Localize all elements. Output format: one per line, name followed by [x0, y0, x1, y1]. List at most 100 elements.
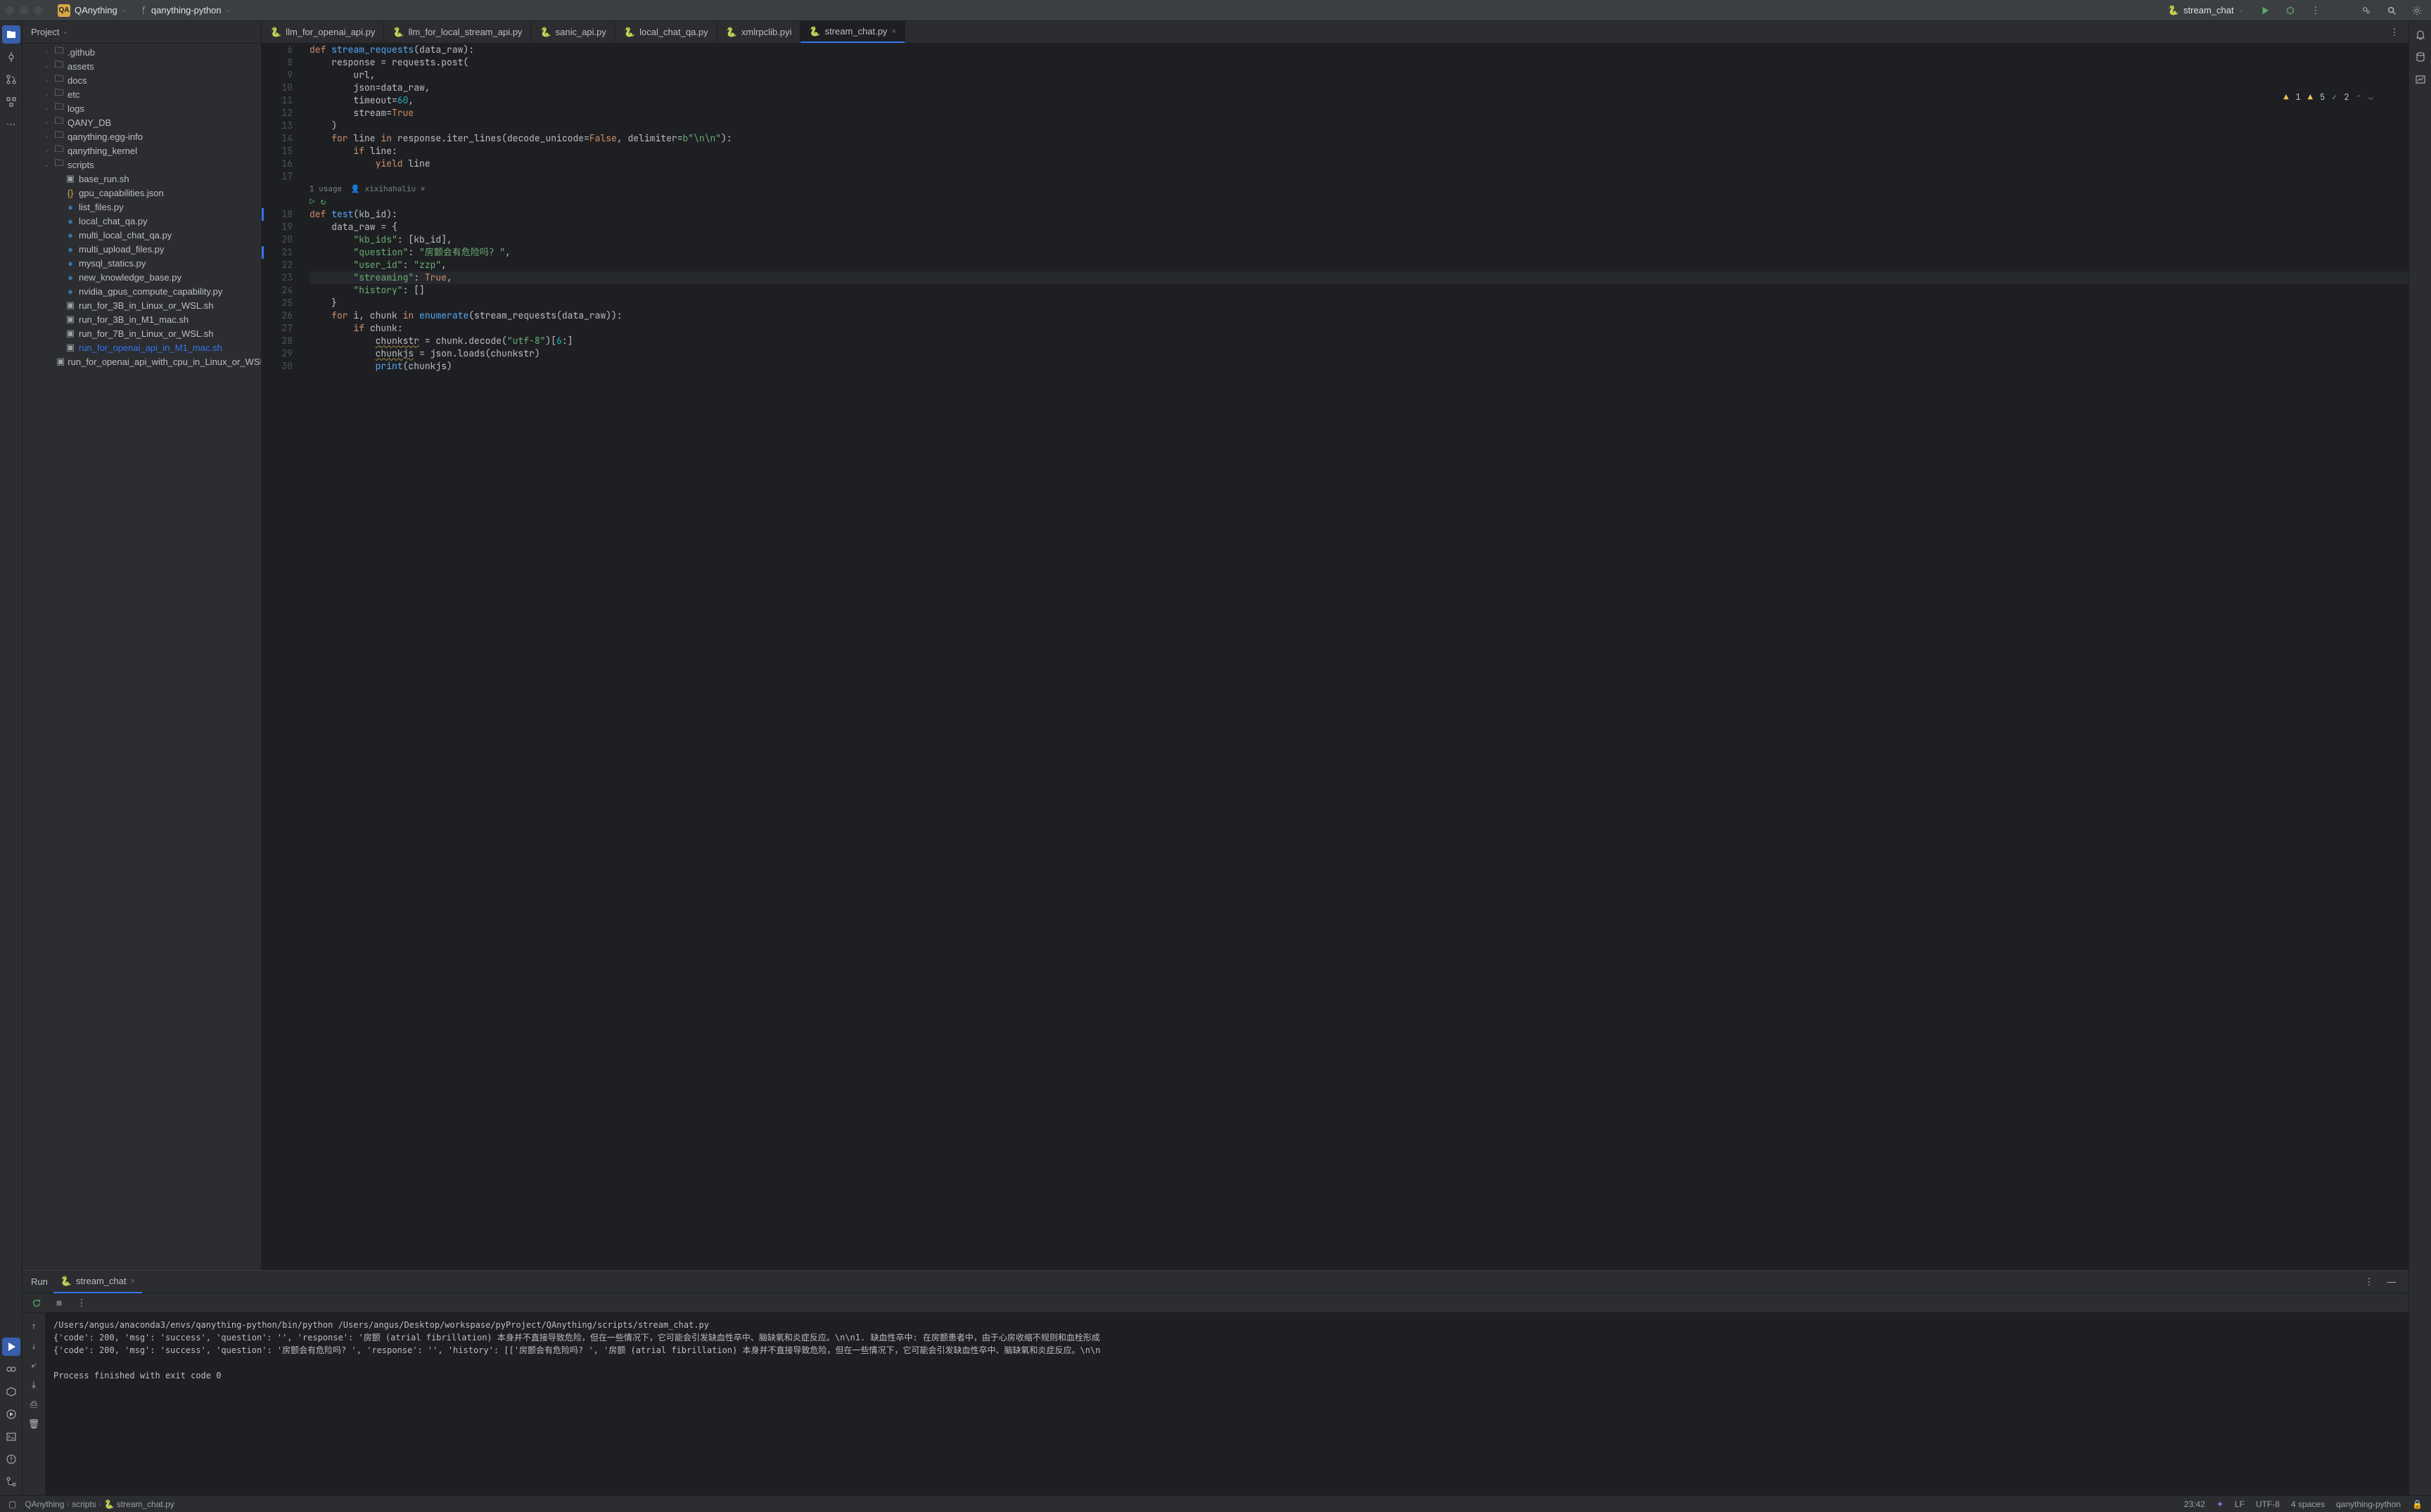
gutter-line-number[interactable]: 6 — [262, 44, 293, 56]
debug-button[interactable] — [2282, 2, 2299, 19]
run-config-tab[interactable]: 🐍 stream_chat × — [53, 1271, 142, 1293]
gutter-line-number[interactable]: 9 — [262, 69, 293, 82]
tree-file[interactable]: ●local_chat_qa.py — [23, 214, 261, 228]
clear-all-icon[interactable]: 🗑 — [25, 1416, 42, 1433]
project-tool-button[interactable] — [2, 25, 20, 44]
code-line[interactable]: yield line — [310, 158, 2408, 170]
notifications-tool-button[interactable] — [2411, 25, 2430, 44]
editor-tab[interactable]: 🐍stream_chat.py× — [800, 21, 905, 43]
pull-requests-tool-button[interactable] — [2, 70, 20, 89]
editor-code-area[interactable]: def stream_requests(data_raw): response … — [301, 44, 2408, 1270]
code-line[interactable]: stream=True — [310, 107, 2408, 120]
gutter-line-number[interactable]: 17 — [262, 170, 293, 183]
database-tool-button[interactable] — [2411, 48, 2430, 66]
code-line[interactable]: chunkstr = chunk.decode("utf-8")[6:] — [310, 335, 2408, 347]
run-tool-button[interactable] — [2, 1338, 20, 1356]
tabs-more-icon[interactable]: ⋮ — [2386, 24, 2403, 41]
breadcrumb[interactable]: QAnything › scripts › 🐍 stream_chat.py — [25, 1499, 174, 1509]
tree-arrow-icon[interactable]: › — [42, 63, 51, 70]
gutter-line-number[interactable]: 28 — [262, 335, 293, 347]
tree-folder[interactable]: ›🗀logs — [23, 101, 261, 115]
gutter-line-number[interactable]: 8 — [262, 56, 293, 69]
minimize-panel-icon[interactable]: — — [2383, 1274, 2400, 1290]
gutter-line-number[interactable]: 29 — [262, 347, 293, 360]
tree-file[interactable]: ▣run_for_3B_in_Linux_or_WSL.sh — [23, 298, 261, 312]
code-line[interactable]: "kb_ids": [kb_id], — [310, 233, 2408, 246]
run-gutter-icon[interactable]: ▷ ↻ — [310, 196, 2408, 208]
gutter-line-number[interactable]: 18 — [262, 208, 293, 221]
tree-file[interactable]: ▣run_for_openai_api_in_M1_mac.sh — [23, 340, 261, 354]
tree-arrow-icon[interactable]: › — [42, 49, 51, 56]
tree-file[interactable]: ▣run_for_7B_in_Linux_or_WSL.sh — [23, 326, 261, 340]
gutter-line-number[interactable]: 19 — [262, 221, 293, 233]
code-line[interactable]: "user_id": "zzp", — [310, 259, 2408, 271]
caret-position[interactable]: 23:42 — [2184, 1499, 2205, 1509]
up-stack-icon[interactable]: ↑ — [25, 1317, 42, 1334]
tree-file[interactable]: ▣base_run.sh — [23, 172, 261, 186]
gutter-line-number[interactable]: 14 — [262, 132, 293, 145]
tree-folder[interactable]: ›🗀assets — [23, 59, 261, 73]
tree-arrow-icon[interactable]: › — [42, 147, 51, 154]
code-line[interactable]: print(chunkjs) — [310, 360, 2408, 373]
search-icon[interactable] — [2383, 2, 2400, 19]
gutter-line-number[interactable]: 23 — [262, 271, 293, 284]
code-line[interactable]: url, — [310, 69, 2408, 82]
gutter-line-number[interactable]: 20 — [262, 233, 293, 246]
code-line[interactable]: for i, chunk in enumerate(stream_request… — [310, 309, 2408, 322]
gutter-line-number[interactable]: 15 — [262, 145, 293, 158]
python-console-tool-button[interactable] — [2, 1405, 20, 1423]
run-output[interactable]: /Users/angus/anaconda3/envs/qanything-py… — [45, 1313, 2408, 1495]
vcs-tool-button[interactable] — [2, 1473, 20, 1491]
next-highlight-icon[interactable]: ⌄ — [2368, 91, 2373, 103]
gutter-line-number[interactable]: 11 — [262, 94, 293, 107]
indent-setting[interactable]: 4 spaces — [2291, 1499, 2325, 1509]
zoom-window[interactable] — [34, 6, 42, 15]
python-interpreter[interactable]: qanything-python — [2336, 1499, 2401, 1509]
rerun-button[interactable] — [28, 1295, 45, 1312]
run-config-selector[interactable]: 🐍 stream_chat ⌄ — [2164, 4, 2248, 18]
inspection-widget[interactable]: ▲1 ▲5 ✓2 ⌃ ⌄ — [2283, 91, 2373, 103]
problems-tool-button[interactable] — [2, 1450, 20, 1468]
editor-tab[interactable]: 🐍sanic_api.py — [531, 21, 615, 43]
usage-inlay[interactable]: 1 usage👤 xixihahaliu * — [310, 183, 2408, 196]
editor-tab[interactable]: 🐍xmlrpclib.pyi — [717, 21, 801, 43]
print-icon[interactable]: ⎙ — [25, 1396, 42, 1413]
minimize-window[interactable] — [20, 6, 28, 15]
code-line[interactable]: def test(kb_id): — [310, 208, 2408, 221]
tree-file[interactable]: ●multi_local_chat_qa.py — [23, 228, 261, 242]
code-line[interactable]: response = requests.post( — [310, 56, 2408, 69]
structure-tool-button[interactable] — [2, 93, 20, 111]
gutter-line-number[interactable]: 12 — [262, 107, 293, 120]
gutter-line-number[interactable]: 13 — [262, 120, 293, 132]
code-line[interactable] — [310, 170, 2408, 183]
tree-file[interactable]: ●multi_upload_files.py — [23, 242, 261, 256]
gutter-line-number[interactable]: 27 — [262, 322, 293, 335]
code-line[interactable]: if line: — [310, 145, 2408, 158]
gutter-line-number[interactable]: 16 — [262, 158, 293, 170]
run-button[interactable] — [2257, 2, 2273, 19]
editor-gutter[interactable]: 6891011121314151617 18192021222324252627… — [262, 44, 301, 1270]
code-line[interactable]: "question": "房颤会有危险吗? ", — [310, 246, 2408, 259]
breadcrumb-segment[interactable]: 🐍 stream_chat.py — [103, 1499, 174, 1509]
code-line[interactable]: json=data_raw, — [310, 82, 2408, 94]
close-icon[interactable]: × — [891, 27, 895, 36]
project-tree-header[interactable]: Project ⌄ — [23, 21, 261, 44]
commit-tool-button[interactable] — [2, 48, 20, 66]
gutter-line-number[interactable]: 24 — [262, 284, 293, 297]
tree-folder[interactable]: ›🗀etc — [23, 87, 261, 101]
code-editor[interactable]: ▲1 ▲5 ✓2 ⌃ ⌄ 6891011121314151617 181920 2… — [262, 44, 2408, 1270]
soft-wrap-icon[interactable]: ⤶ — [25, 1357, 42, 1373]
tree-file[interactable]: ▣run_for_openai_api_with_cpu_in_Linux_or… — [23, 354, 261, 369]
tree-file[interactable]: ●new_knowledge_base.py — [23, 270, 261, 284]
code-with-me-icon[interactable] — [2358, 2, 2375, 19]
code-line[interactable]: def stream_requests(data_raw): — [310, 44, 2408, 56]
gutter-line-number[interactable]: 10 — [262, 82, 293, 94]
code-line[interactable]: if chunk: — [310, 322, 2408, 335]
close-window[interactable] — [6, 6, 14, 15]
tree-arrow-icon[interactable]: › — [42, 119, 51, 126]
ai-assistant-icon[interactable]: ✦ — [2216, 1499, 2223, 1509]
code-line[interactable]: "history": [] — [310, 284, 2408, 297]
run-more-icon[interactable]: ⋮ — [73, 1295, 90, 1312]
editor-tab[interactable]: 🐍local_chat_qa.py — [615, 21, 717, 43]
close-icon[interactable]: × — [131, 1277, 135, 1286]
